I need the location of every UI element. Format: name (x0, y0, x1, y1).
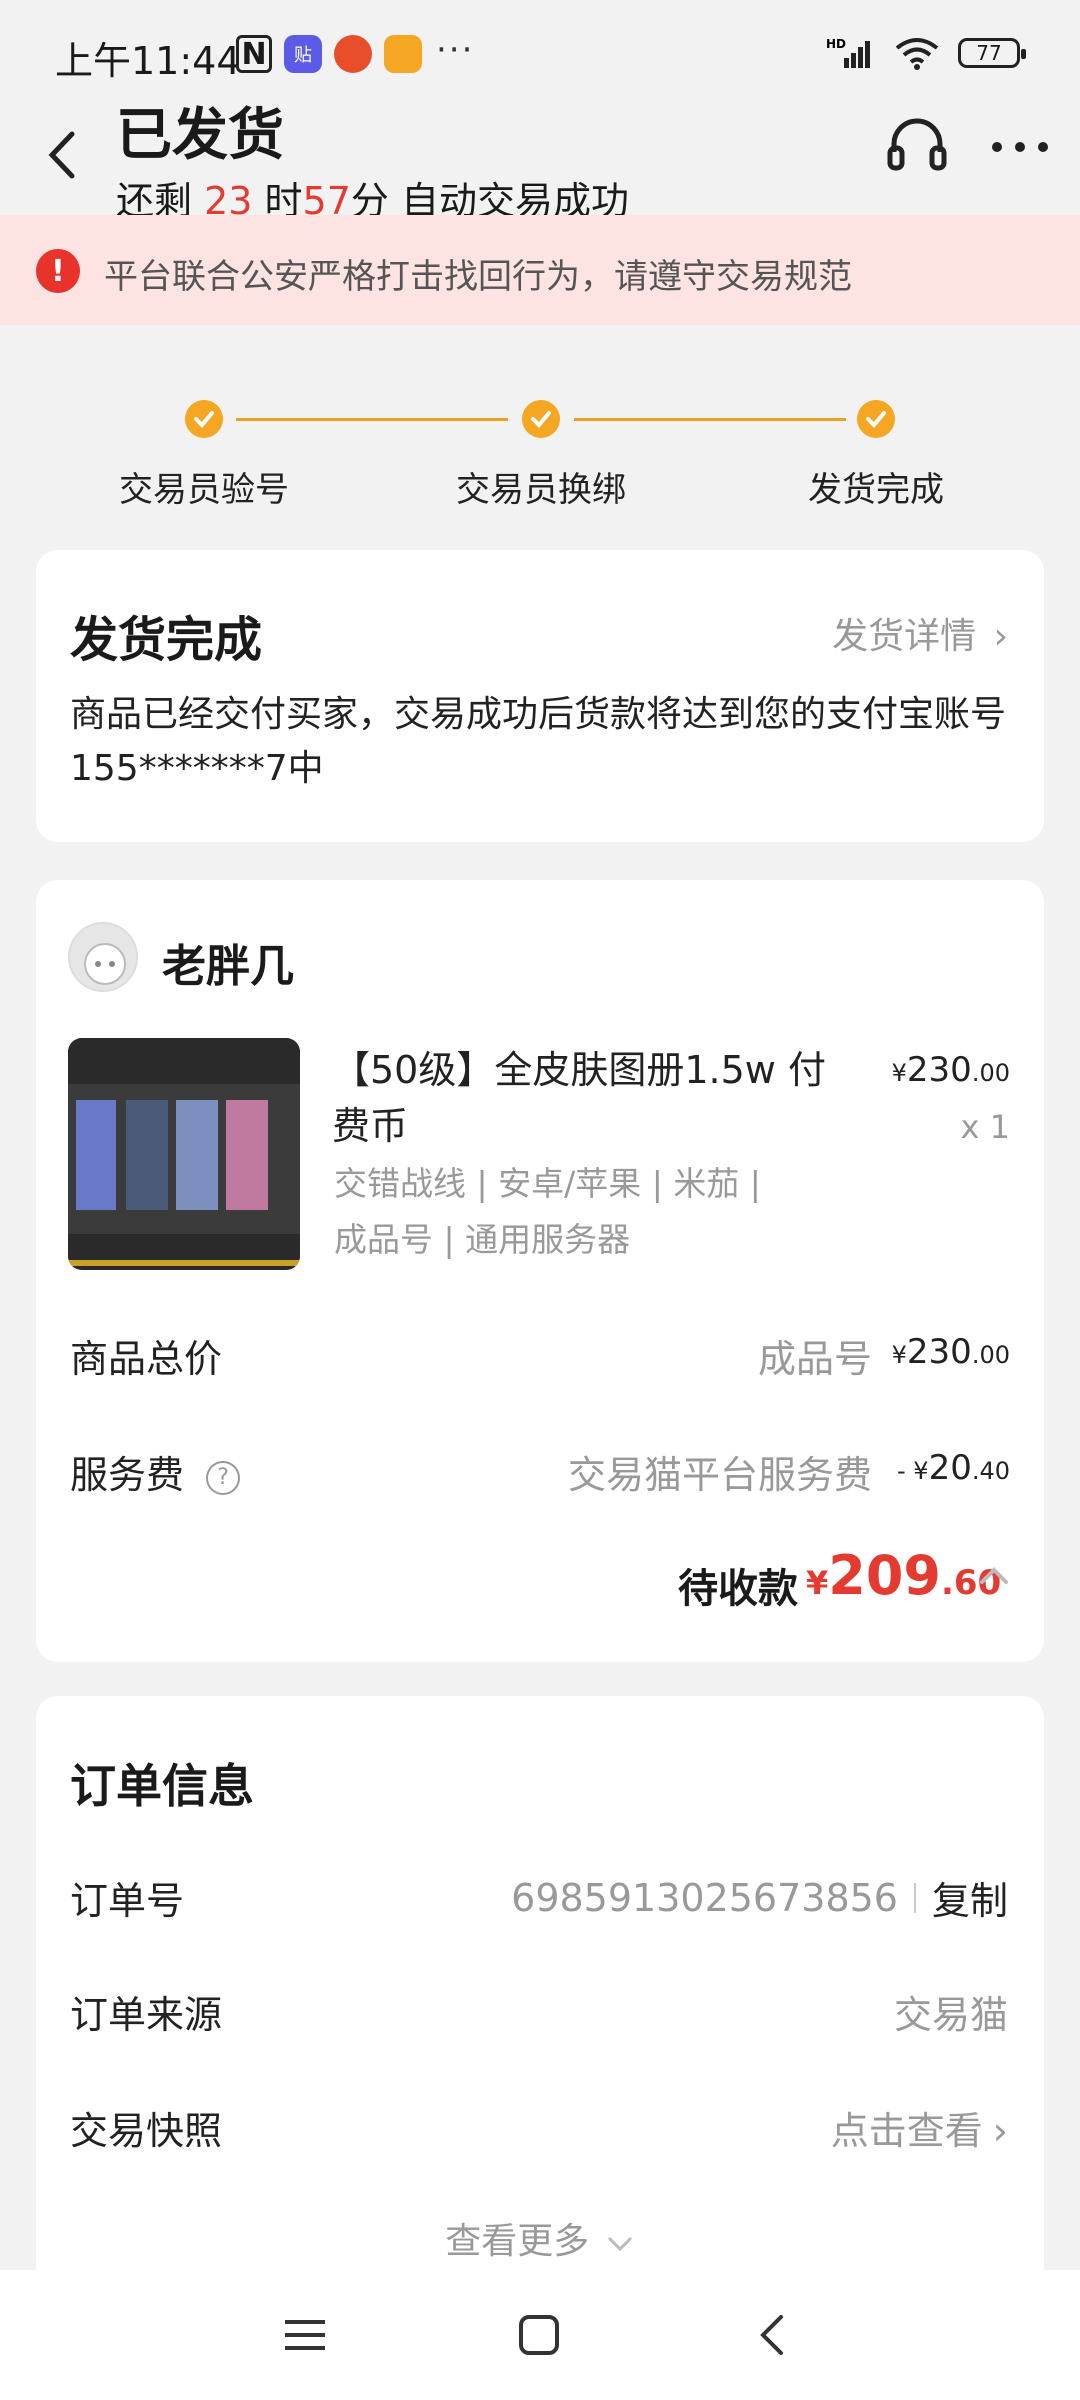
step-label: 发货完成 (808, 470, 944, 510)
price-dec: .40 (971, 1457, 1010, 1485)
fee-sign: - ¥ (897, 1457, 929, 1485)
headset-icon (887, 118, 947, 171)
battery-icon: 77 (958, 38, 1026, 68)
snapshot-label: 交易快照 (70, 2109, 223, 2153)
step-label: 交易员换绑 (456, 470, 626, 510)
customer-service-button[interactable] (882, 112, 952, 182)
battery-level: 77 (976, 41, 1002, 65)
total-price-label: 商品总价 (70, 1337, 223, 1381)
progress-line (236, 418, 508, 421)
order-source-value: 交易猫 (893, 1993, 1008, 2037)
product-tags-line: 成品号 | 通用服务器 (334, 1220, 631, 1259)
back-nav-button[interactable] (738, 2300, 808, 2370)
order-number-row: 6985913025673856 复制 (511, 1870, 1008, 1925)
step-check-icon (185, 400, 223, 438)
price-int: 230 (906, 1050, 972, 1090)
help-icon[interactable]: ? (206, 1460, 241, 1495)
price-dec: .00 (971, 1059, 1010, 1087)
service-fee-desc: 交易猫平台服务费 (567, 1453, 872, 1497)
menu-nav-button[interactable] (270, 2300, 340, 2370)
view-more-label: 查看更多 (445, 2221, 590, 2262)
menu-icon (285, 2320, 325, 2350)
service-fee-label: 服务费 (70, 1453, 185, 1497)
view-snapshot-label: 点击查看 (830, 2109, 983, 2153)
chevron-up-icon (980, 1567, 1008, 1584)
order-info-title: 订单信息 (70, 1759, 254, 1813)
svg-text:HD: HD (826, 37, 846, 51)
product-image[interactable] (68, 1038, 300, 1270)
chevron-right-icon: › (992, 2109, 1008, 2153)
product-title[interactable]: 【50级】全皮肤图册1.5w 付费币 (332, 1042, 852, 1154)
product-quantity: x 1 (960, 1108, 1010, 1146)
delivery-description: 商品已经交付买家，交易成功后货款将达到您的支付宝账号155*******7中 (70, 694, 1007, 789)
seller-name[interactable]: 老胖几 (162, 930, 294, 994)
currency-symbol: ¥ (891, 1341, 907, 1369)
delivery-title: 发货完成 (70, 612, 263, 668)
service-fee-label-row: 服务费 ? (70, 1444, 241, 1499)
price-dec: .00 (971, 1341, 1010, 1369)
order-number-value: 6985913025673856 (511, 1875, 898, 1920)
status-app-icons: N 贴 (236, 35, 422, 73)
seller-avatar[interactable] (68, 922, 138, 992)
back-button[interactable] (40, 120, 88, 190)
chevron-right-icon: › (993, 616, 1008, 657)
warning-banner: ! 平台联合公安严格打击找回行为，请遵守交易规范 (0, 215, 1080, 325)
order-number-label: 订单号 (70, 1879, 185, 1923)
alert-icon: ! (36, 249, 80, 293)
step-check-icon (857, 400, 895, 438)
view-more-button[interactable]: 查看更多 (0, 2212, 1080, 2264)
nfc-icon: N (236, 35, 272, 73)
status-time: 上午11:44 (55, 39, 241, 83)
chevron-left-icon (48, 131, 75, 179)
warning-text: 平台联合公安严格打击找回行为，请遵守交易规范 (104, 257, 852, 297)
more-options-button[interactable] (985, 112, 1055, 182)
price-int: 230 (906, 1332, 972, 1372)
app-icon-orange (384, 35, 422, 73)
product-tags: 交错战线 | 安卓/苹果 | 米茄 | 成品号 | 通用服务器 (334, 1156, 854, 1268)
currency-symbol: ¥ (891, 1059, 907, 1087)
service-fee-value: - ¥20.40 (897, 1448, 1010, 1488)
total-price-type: 成品号 (757, 1337, 872, 1381)
amount-due-label: 待收款 (678, 1566, 798, 1612)
step-check-icon (522, 400, 560, 438)
total-price-value: ¥230.00 (892, 1332, 1010, 1372)
home-square-icon (519, 2315, 559, 2355)
price-int: 209 (828, 1544, 941, 1607)
more-notifications-icon: ··· (436, 30, 475, 70)
signal-icon: HD (826, 37, 870, 68)
app-icon-red (334, 35, 372, 73)
chevron-down-icon (608, 2237, 632, 2252)
step-label: 交易员验号 (119, 470, 289, 510)
delivery-details-link[interactable]: 发货详情 › (832, 607, 1008, 659)
status-right-icons: HD 77 (826, 36, 1026, 70)
tieba-app-icon: 贴 (284, 35, 322, 73)
wifi-icon (895, 38, 939, 70)
product-tags-line: 交错战线 | 安卓/苹果 | 米茄 | (334, 1164, 761, 1203)
product-price: ¥230.00 (892, 1050, 1010, 1090)
currency-symbol: ¥ (806, 1564, 829, 1602)
view-snapshot-link[interactable]: 点击查看 › (831, 2100, 1008, 2155)
delivery-details-label: 发货详情 (832, 616, 977, 657)
page-title: 已发货 (116, 103, 284, 168)
progress-line (574, 418, 846, 421)
amount-due-value: ¥209.60 (806, 1544, 1001, 1607)
copy-button[interactable]: 复制 (932, 1870, 1008, 1925)
collapse-button[interactable] (974, 1556, 1014, 1596)
price-int: 20 (928, 1448, 972, 1488)
home-nav-button[interactable] (504, 2300, 574, 2370)
order-source-label: 订单来源 (70, 1993, 223, 2037)
divider (913, 1882, 916, 1913)
back-triangle-icon (760, 2315, 783, 2355)
more-dots-icon (992, 142, 1048, 152)
